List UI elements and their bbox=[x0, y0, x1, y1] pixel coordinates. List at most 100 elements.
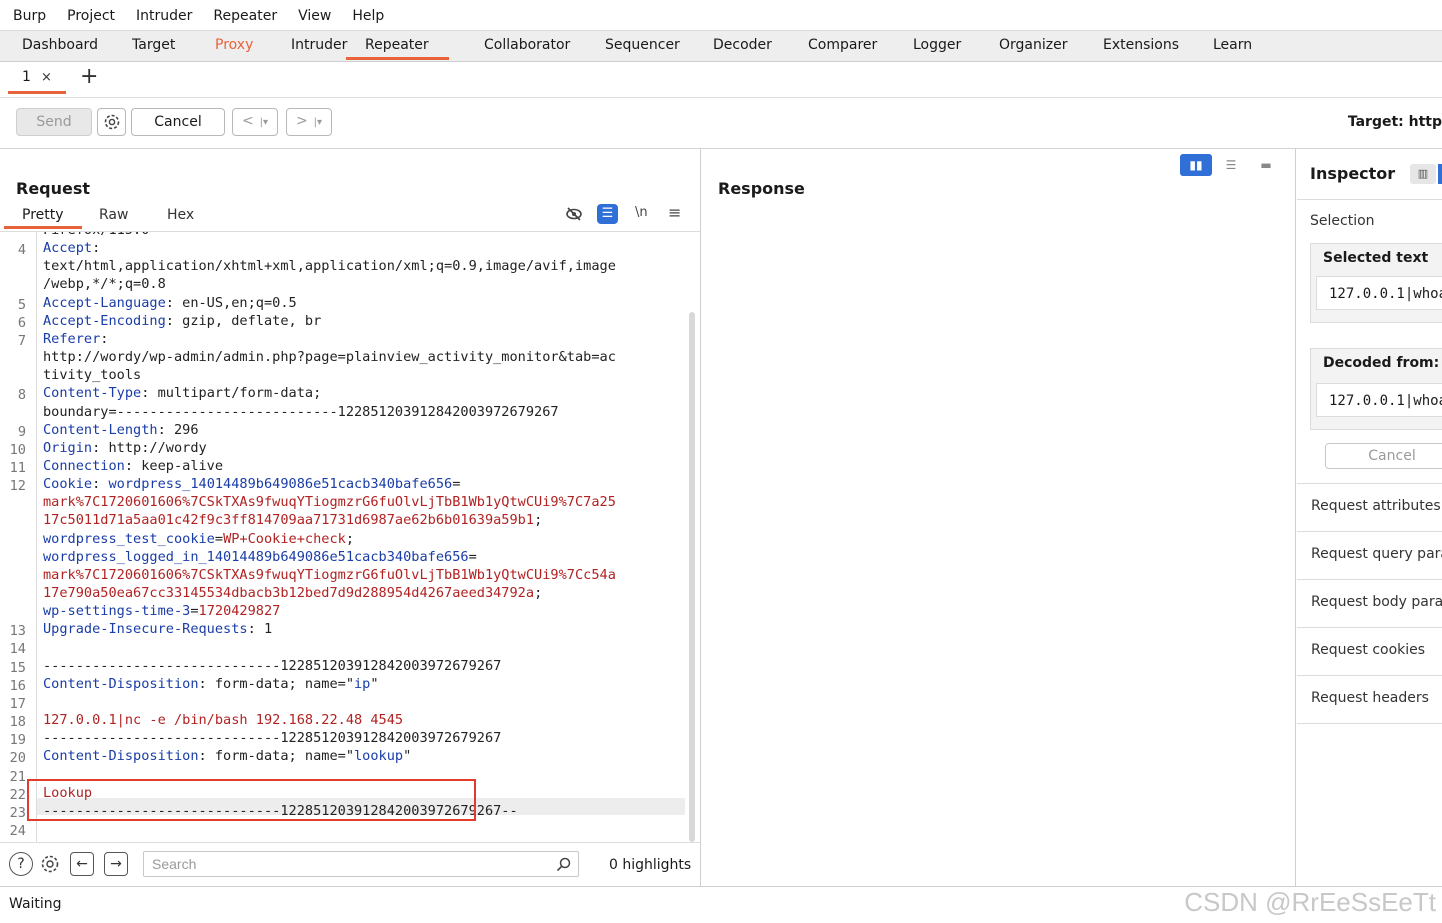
code-line: Referer: bbox=[43, 331, 108, 347]
header-name: lookup bbox=[354, 748, 404, 765]
forward-button[interactable]: > |▾ bbox=[286, 108, 332, 136]
selected-text-value[interactable]: 127.0.0.1|whoami bbox=[1316, 276, 1442, 310]
menu-project[interactable]: Project bbox=[67, 8, 115, 24]
tab-learn[interactable]: Learn bbox=[1213, 31, 1252, 61]
code-line: mark%7C1720601606%7CSkTXAs9fwuqYTiogmzrG… bbox=[43, 567, 616, 583]
section-label: Request cookies bbox=[1311, 642, 1426, 658]
menu-repeater[interactable]: Repeater bbox=[213, 8, 277, 24]
tab-pretty[interactable]: Pretty bbox=[4, 207, 82, 229]
header-value: 17e790a50ea67cc33145534dbacb3b12bed7d9d2… bbox=[43, 585, 535, 601]
send-button[interactable]: Send bbox=[16, 108, 92, 136]
status-bar: Waiting CSDN @RrEeSsEeTt bbox=[0, 886, 1442, 923]
inspector-cancel-button[interactable]: Cancel bbox=[1325, 443, 1442, 469]
settings-gear-button[interactable] bbox=[97, 108, 126, 136]
search-input[interactable]: Search bbox=[143, 851, 579, 877]
code-line: Connection: keep-alive bbox=[43, 458, 223, 474]
code-text: : http://wordy bbox=[92, 439, 207, 456]
code-line: wp-settings-time-3=1720429827 bbox=[43, 603, 280, 619]
tab-logger[interactable]: Logger bbox=[913, 31, 961, 61]
section-request-query-parameters[interactable]: Request query parameters bbox=[1297, 531, 1442, 579]
decoded-from-box[interactable]: Decoded from: 127.0.0.1|whoami bbox=[1310, 348, 1442, 430]
request-pane: Request Pretty Raw Hex ☰ \n ≡ 4 5 6 7 8 9 10 11… bbox=[0, 149, 701, 886]
line-number: 20 bbox=[9, 750, 26, 767]
header-name: Origin bbox=[43, 439, 93, 456]
search-bar: ? ← → Search 0 highlights bbox=[0, 842, 700, 887]
previous-match-icon[interactable]: ← bbox=[70, 852, 94, 876]
layout-tabs-icon[interactable]: ▬ bbox=[1250, 154, 1282, 176]
code-text: : 1 bbox=[247, 621, 273, 638]
target-label[interactable]: Target: http bbox=[1348, 114, 1442, 130]
cancel-button[interactable]: Cancel bbox=[131, 108, 225, 136]
header-name: wordpress_logged_in_14014489b649086e51ca… bbox=[43, 548, 469, 565]
code-text: /webp,*/*;q=0.8 bbox=[43, 276, 166, 293]
repeater-tab-1[interactable]: 1 × bbox=[8, 67, 66, 94]
tab-collaborator[interactable]: Collaborator bbox=[484, 31, 570, 61]
header-name: wordpress_test_cookie bbox=[43, 530, 215, 547]
code-text: : bbox=[92, 476, 109, 493]
hide-nonprintable-icon[interactable] bbox=[565, 205, 583, 223]
menu-help[interactable]: Help bbox=[352, 8, 384, 24]
code-line: text/html,application/xhtml+xml,applicat… bbox=[43, 258, 616, 274]
code-text: : gzip, deflate, br bbox=[165, 312, 322, 329]
layout-stacked-icon[interactable]: ☰ bbox=[1215, 154, 1247, 176]
layout-side-by-side-icon[interactable]: ▮▮ bbox=[1180, 154, 1212, 176]
newline-toggle-icon[interactable]: \n bbox=[635, 205, 648, 220]
close-icon[interactable]: × bbox=[41, 70, 52, 85]
menu-view[interactable]: View bbox=[298, 8, 331, 24]
code-line: Accept-Encoding: gzip, deflate, br bbox=[43, 313, 321, 329]
gear-icon[interactable] bbox=[39, 853, 61, 875]
menu-burp[interactable]: Burp bbox=[13, 8, 46, 24]
code-line: Origin: http://wordy bbox=[43, 440, 207, 456]
section-request-headers[interactable]: Request headers bbox=[1297, 675, 1442, 723]
section-request-body-parameters[interactable]: Request body parameters bbox=[1297, 579, 1442, 627]
request-editor[interactable]: 4 567 8 91011 12 1314151617 18192021222324 Fir… bbox=[0, 232, 700, 842]
tab-dashboard[interactable]: Dashboard bbox=[22, 31, 98, 61]
line-number: 21 bbox=[9, 768, 26, 785]
menu-intruder[interactable]: Intruder bbox=[136, 8, 192, 24]
selected-text-box[interactable]: Selected text 127.0.0.1|whoami bbox=[1310, 243, 1442, 323]
tab-decoder[interactable]: Decoder bbox=[713, 31, 772, 61]
tab-sequencer[interactable]: Sequencer bbox=[605, 31, 680, 61]
inspector-panel: Inspector ▥ Selection Selected text 127.… bbox=[1297, 149, 1442, 886]
header-name: wp-settings-time-3 bbox=[43, 603, 191, 620]
code-line: http://wordy/wp-admin/admin.php?page=pla… bbox=[43, 349, 616, 365]
repeater-tab-bar: 1 × + bbox=[0, 61, 1442, 98]
code-line: -----------------------------12285120391… bbox=[43, 658, 501, 674]
inspector-layout-icon[interactable]: ▥ bbox=[1410, 164, 1436, 184]
tab-organizer[interactable]: Organizer bbox=[999, 31, 1067, 61]
section-request-attributes[interactable]: Request attributes bbox=[1297, 483, 1442, 531]
back-button[interactable]: < |▾ bbox=[232, 108, 278, 136]
tab-target[interactable]: Target bbox=[132, 31, 175, 61]
code-line: Accept-Language: en-US,en;q=0.5 bbox=[43, 295, 297, 311]
tab-extensions[interactable]: Extensions bbox=[1103, 31, 1179, 61]
decoded-value[interactable]: 127.0.0.1|whoami bbox=[1316, 383, 1442, 417]
code-line: 17c5011d71a5aa01c42f9c3ff814709aa71731d6… bbox=[43, 512, 542, 528]
header-value: 17c5011d71a5aa01c42f9c3ff814709aa71731d6… bbox=[43, 512, 535, 529]
tab-proxy[interactable]: Proxy bbox=[215, 31, 253, 61]
section-label: Request headers bbox=[1311, 690, 1429, 706]
add-tab-icon[interactable]: + bbox=[80, 64, 98, 89]
code-line: wordpress_test_cookie=WP+Cookie+check; bbox=[43, 531, 354, 547]
line-number: 17 bbox=[9, 695, 26, 712]
tab-repeater[interactable]: Repeater bbox=[346, 31, 449, 60]
next-match-icon[interactable]: → bbox=[104, 852, 128, 876]
code-line: Cookie: wordpress_14014489b649086e51cacb… bbox=[43, 476, 460, 492]
header-name: Accept bbox=[43, 240, 93, 257]
code-line: 17e790a50ea67cc33145534dbacb3b12bed7d9d2… bbox=[43, 585, 542, 601]
section-label: Request attributes bbox=[1311, 498, 1441, 514]
tab-intruder[interactable]: Intruder bbox=[291, 31, 347, 61]
menu-icon[interactable]: ≡ bbox=[668, 203, 681, 222]
header-name: Referer bbox=[43, 330, 101, 347]
selection-heading: Selection bbox=[1310, 213, 1375, 229]
wrap-lines-icon[interactable]: ☰ bbox=[597, 204, 618, 224]
line-number: 10 bbox=[9, 441, 26, 458]
tab-comparer[interactable]: Comparer bbox=[808, 31, 877, 61]
editor-scrollbar[interactable] bbox=[689, 312, 695, 842]
divider bbox=[1297, 723, 1442, 771]
tab-hex[interactable]: Hex bbox=[167, 207, 194, 223]
help-icon[interactable]: ? bbox=[9, 852, 33, 876]
tab-raw[interactable]: Raw bbox=[99, 207, 128, 223]
inspector-expand-icon[interactable] bbox=[1438, 164, 1442, 184]
section-request-cookies[interactable]: Request cookies bbox=[1297, 627, 1442, 675]
code-text: ; bbox=[534, 512, 543, 529]
